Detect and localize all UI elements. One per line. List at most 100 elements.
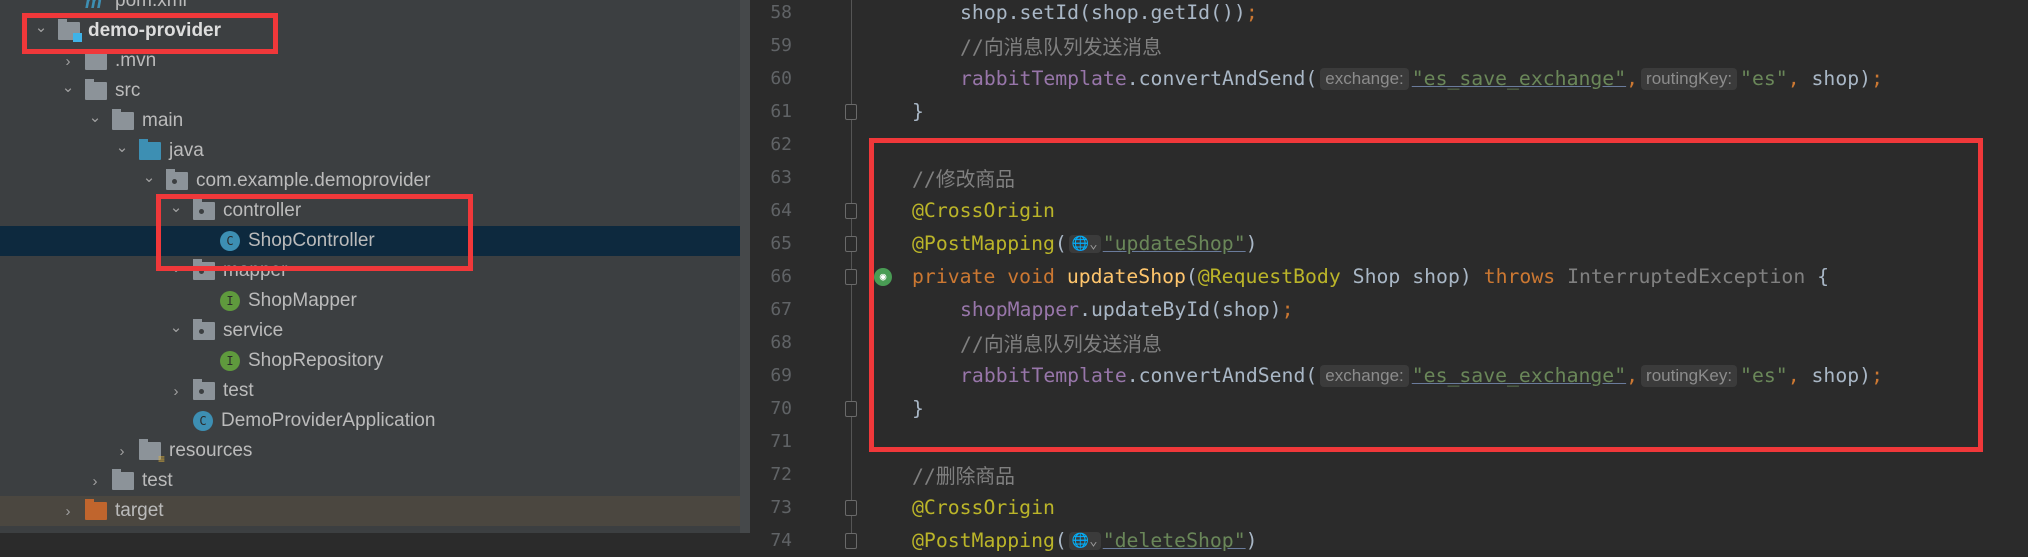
line-number: 59: [770, 35, 792, 56]
tree-item-label: service: [223, 320, 284, 341]
folder-icon: [112, 109, 134, 130]
code-line[interactable]: 67 shopMapper .updateById(shop);: [750, 293, 2028, 326]
line-number: 61: [770, 101, 792, 122]
sidebar-scrollbar[interactable]: [740, 0, 750, 533]
tree-item-shopcontroller[interactable]: C ShopController: [0, 226, 750, 256]
code-line[interactable]: 71: [750, 425, 2028, 458]
chevron-down-icon[interactable]: ⌄: [167, 258, 185, 276]
parameter-hint: exchange:: [1320, 67, 1409, 90]
chevron-right-icon[interactable]: ›: [86, 473, 104, 490]
code-token: shop): [1799, 67, 1872, 90]
code-token: .convertAndSend(: [1126, 67, 1318, 90]
tree-item-shoprepository[interactable]: I ShopRepository: [0, 346, 740, 376]
code-token: "es_save_exchange": [1411, 364, 1627, 387]
code-token: @CrossOrigin: [912, 199, 1055, 222]
code-token: ,: [1626, 67, 1639, 90]
chevron-down-icon[interactable]: ⌄: [167, 318, 185, 336]
fold-marker-icon[interactable]: [845, 103, 857, 120]
chevron-down-icon[interactable]: ⌄: [167, 198, 185, 216]
code-line[interactable]: 66 ◉ private void updateShop(@RequestBody …: [750, 260, 2028, 293]
code-token: ): [1245, 232, 1258, 255]
parameter-hint: routingKey:: [1641, 364, 1738, 387]
line-number: 67: [770, 299, 792, 320]
code-token: shop.setId(shop.getId()): [960, 1, 1246, 24]
line-number: 63: [770, 167, 792, 188]
code-token: @PostMapping: [912, 232, 1055, 255]
tree-item-pom-xml[interactable]: m pom.xml: [0, 0, 740, 16]
code-line[interactable]: 68 //向消息队列发送消息: [750, 326, 2028, 359]
tree-item-resources[interactable]: › resources: [0, 436, 740, 466]
code-text: }: [912, 397, 924, 420]
tree-item-src[interactable]: ⌄ src: [0, 76, 740, 106]
code-text: @PostMapping(🌐⌄ "deleteShop"): [912, 529, 1258, 552]
code-token: private void: [912, 265, 1067, 288]
code-token: //向消息队列发送消息: [960, 36, 1162, 59]
fold-marker-icon[interactable]: [845, 268, 857, 285]
tree-item-com-example-demoprovider[interactable]: ⌄ com.example.demoprovider: [0, 166, 740, 196]
tree-item-demo-provider[interactable]: ⌄ demo-provider: [0, 16, 740, 46]
code-text: //向消息队列发送消息: [960, 31, 1162, 60]
code-line[interactable]: 74 @PostMapping(🌐⌄ "deleteShop"): [750, 524, 2028, 557]
tree-item-controller[interactable]: ⌄ controller: [0, 196, 740, 226]
tree-item-mapper[interactable]: ⌄ mapper: [0, 256, 740, 286]
tree-item-label: DemoProviderApplication: [221, 410, 436, 431]
code-line[interactable]: 65 @PostMapping(🌐⌄ "updateShop"): [750, 227, 2028, 260]
tree-item-main[interactable]: ⌄ main: [0, 106, 740, 136]
chevron-right-icon[interactable]: ›: [59, 53, 77, 70]
code-line[interactable]: 73 @CrossOrigin: [750, 491, 2028, 524]
code-line[interactable]: 61}: [750, 95, 2028, 128]
code-token: ;: [1245, 1, 1258, 24]
chevron-right-icon[interactable]: ›: [59, 503, 77, 520]
chevron-right-icon[interactable]: ›: [113, 443, 131, 460]
code-line[interactable]: 59 //向消息队列发送消息: [750, 29, 2028, 62]
fold-marker-icon[interactable]: [845, 532, 857, 549]
tree-item--mvn[interactable]: › .mvn: [0, 46, 740, 76]
line-number: 74: [770, 530, 792, 551]
code-token: @PostMapping: [912, 529, 1055, 552]
tree-item-java[interactable]: ⌄ java: [0, 136, 740, 166]
package-icon: [166, 169, 188, 190]
chevron-down-icon[interactable]: ⌄: [140, 168, 158, 186]
code-line[interactable]: 63 //修改商品: [750, 161, 2028, 194]
code-token: //向消息队列发送消息: [960, 333, 1162, 356]
chevron-down-icon[interactable]: ⌄: [86, 108, 104, 126]
code-text: shop.setId(shop.getId());: [960, 1, 1258, 24]
tree-item-demoproviderapplication[interactable]: C DemoProviderApplication: [0, 406, 740, 436]
tree-item-service[interactable]: ⌄ service: [0, 316, 740, 346]
code-token: rabbitTemplate: [960, 364, 1127, 387]
code-line[interactable]: 69 rabbitTemplate .convertAndSend(exchange…: [750, 359, 2028, 392]
tree-item-shopmapper[interactable]: I ShopMapper: [0, 286, 740, 316]
fold-marker-icon[interactable]: [845, 202, 857, 219]
tree-item-label: test: [142, 470, 173, 491]
globe-icon[interactable]: 🌐⌄: [1068, 531, 1101, 550]
code-token: "updateShop": [1102, 232, 1246, 255]
fold-marker-icon[interactable]: [845, 400, 857, 417]
fold-marker-icon[interactable]: [845, 499, 857, 516]
tree-item-test[interactable]: › test: [0, 376, 740, 406]
code-line[interactable]: 62: [750, 128, 2028, 161]
tree-item-test[interactable]: › test: [0, 466, 740, 496]
code-editor[interactable]: 58 shop.setId(shop.getId()); 59 //向消息队列发送消息…: [750, 0, 2028, 552]
chevron-down-icon[interactable]: ⌄: [113, 138, 131, 156]
chevron-down-icon[interactable]: ⌄: [32, 18, 50, 36]
source-folder-icon: [139, 139, 161, 160]
code-token: (: [1185, 265, 1198, 288]
chevron-right-icon[interactable]: ›: [167, 383, 185, 400]
code-line[interactable]: 70}: [750, 392, 2028, 425]
code-text: @PostMapping(🌐⌄ "updateShop"): [912, 232, 1258, 255]
fold-marker-icon[interactable]: [845, 235, 857, 252]
code-line[interactable]: 60 rabbitTemplate .convertAndSend(exchange…: [750, 62, 2028, 95]
tree-item-label: main: [142, 110, 184, 131]
code-line[interactable]: 58 shop.setId(shop.getId());: [750, 0, 2028, 29]
line-number: 70: [770, 398, 792, 419]
interface-icon: I: [220, 291, 240, 311]
chevron-down-icon[interactable]: ⌄: [59, 78, 77, 96]
code-line[interactable]: 64 @CrossOrigin: [750, 194, 2028, 227]
spring-endpoint-icon[interactable]: ◉: [874, 267, 892, 286]
globe-icon[interactable]: 🌐⌄: [1068, 234, 1101, 253]
code-line[interactable]: 72 //删除商品: [750, 458, 2028, 491]
code-token: throws: [1483, 265, 1568, 288]
tree-item-target[interactable]: › target: [0, 496, 740, 526]
code-token: ;: [1871, 364, 1883, 387]
tree-item-label: controller: [223, 200, 302, 221]
